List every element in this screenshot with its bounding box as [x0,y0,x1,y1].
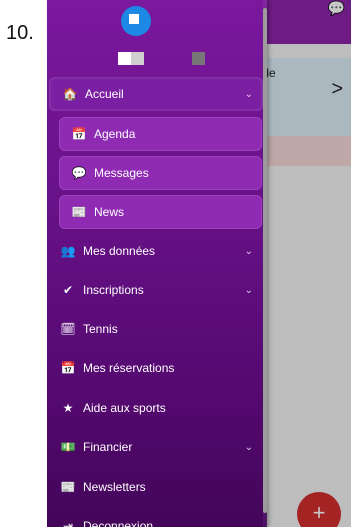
menu-item-label: Aide aux sports [83,401,166,415]
calendar-icon: 📅 [71,127,87,141]
menu-item-accueil[interactable]: 🏠 Accueil ⌄ [49,77,263,111]
menu-item-newsletters[interactable]: 📰 Newsletters [47,470,263,504]
newspaper-icon: 📰 [71,205,87,219]
menu-item-messages[interactable]: 💬 Messages [59,156,262,190]
logo-block [192,52,205,65]
navigation-drawer: 🏠 Accueil ⌄ 📅 Agenda 💬 Messages 📰 News 👥… [47,0,267,527]
money-icon: 💵 [60,440,76,454]
chevron-down-icon: ⌄ [244,245,253,257]
menu-item-inscriptions[interactable]: ✔ Inscriptions ⌄ [47,273,263,307]
menu-item-financier[interactable]: 💵 Financier ⌄ [47,430,263,464]
menu-item-label: Tennis [83,322,118,336]
newspaper-icon: 📰 [60,480,76,494]
logo-icon [121,6,151,36]
drawer-scrollbar-thumb[interactable] [263,8,267,513]
menu-item-label: Agenda [94,127,136,141]
menu-item-mes-reservations[interactable]: 📅 Mes réservations [47,351,263,385]
home-icon: 🏠 [62,87,78,101]
sign-out-icon: ⇥ [62,519,74,527]
menu-item-label: Inscriptions [83,283,144,297]
users-icon: 👥 [60,244,76,258]
step-number: 10. [6,22,34,44]
menu-item-tennis[interactable]: 🗓 Tennis [47,312,263,346]
app-logo [113,6,205,66]
menu-item-label: Deconnexion [83,519,154,527]
phone-screen: 💬 lle de > + 🏠 Accueil ⌄ 📅 Agenda [47,0,351,527]
calendar-check-icon: 🗓 [60,322,76,336]
chevron-down-icon: ⌄ [244,284,253,296]
menu-item-news[interactable]: 📰 News [59,195,262,229]
menu-item-label: Mes réservations [83,361,175,375]
comments-icon: 💬 [71,166,87,180]
menu-item-label: Messages [94,166,149,180]
star-icon: ★ [62,401,74,415]
menu-item-label: Accueil [85,87,124,101]
menu-item-deconnexion[interactable]: ⇥ Deconnexion [47,509,263,527]
chevron-down-icon: ⌄ [244,88,253,100]
menu-item-mes-donnees[interactable]: 👥 Mes données ⌄ [47,234,263,268]
menu-item-agenda[interactable]: 📅 Agenda [59,117,262,151]
calendar-icon: 📅 [60,361,76,375]
menu-item-label: Financier [83,440,133,454]
logo-block [131,52,144,65]
logo-block [118,52,131,65]
menu-item-label: News [94,205,125,219]
chevron-down-icon: ⌄ [244,441,253,453]
menu-item-label: Mes données [83,244,156,258]
menu-item-label: Newsletters [83,480,146,494]
check-icon: ✔ [62,283,74,297]
drawer-scrollbar[interactable] [263,0,267,527]
menu-item-aide-aux-sports[interactable]: ★ Aide aux sports [47,391,263,425]
